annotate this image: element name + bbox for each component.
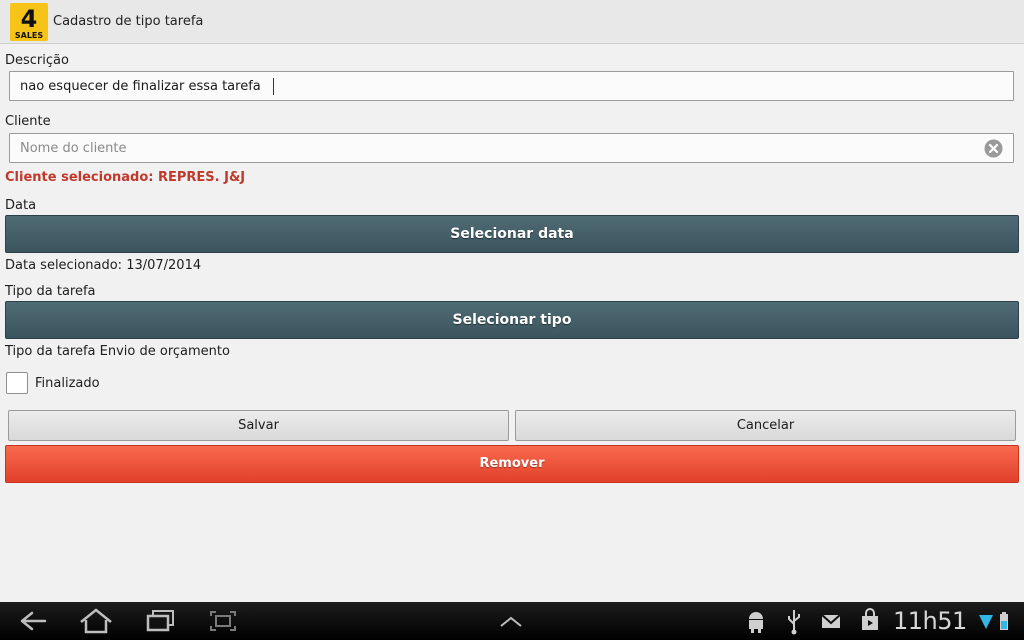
clock: 11h51 [893, 607, 967, 635]
page-title: Cadastro de tipo tarefa [53, 14, 204, 29]
clear-icon[interactable] [984, 139, 1003, 158]
select-date-button[interactable]: Selecionar data [5, 215, 1019, 253]
usb-icon [785, 602, 803, 640]
up-chevron-icon[interactable] [497, 602, 525, 640]
battery-icon [998, 602, 1010, 640]
app-logo: 4 SALES [10, 3, 48, 41]
cancel-button[interactable]: Cancelar [515, 410, 1016, 441]
date-selected-text: Data selecionado: 13/07/2014 [5, 258, 202, 273]
client-selected-text: Cliente selecionado: REPRES. J&J [5, 170, 246, 185]
descricao-label: Descrição [5, 53, 69, 68]
data-label: Data [5, 198, 37, 213]
app-screen: 4 SALES Cadastro de tipo tarefa Descriçã… [0, 0, 1024, 640]
remove-button[interactable]: Remover [5, 445, 1019, 483]
svg-text:SALES: SALES [15, 31, 44, 40]
finalizado-checkbox[interactable] [6, 372, 28, 394]
system-bar: 11h51 [0, 602, 1024, 640]
save-button[interactable]: Salvar [8, 410, 509, 441]
descricao-field[interactable]: nao esquecer de finalizar essa tarefa [9, 71, 1014, 101]
screenshot-icon[interactable] [208, 602, 238, 640]
wifi-icon [978, 602, 994, 640]
descricao-value: nao esquecer de finalizar essa tarefa [20, 79, 261, 94]
text-caret [273, 78, 274, 95]
cliente-placeholder: Nome do cliente [20, 141, 127, 156]
finalizado-label[interactable]: Finalizado [35, 376, 100, 391]
home-icon[interactable] [78, 602, 114, 640]
android-debug-icon [746, 602, 766, 640]
back-icon[interactable] [18, 602, 48, 640]
svg-text:4: 4 [21, 5, 38, 33]
action-bar: 4 SALES Cadastro de tipo tarefa [0, 0, 1024, 44]
select-type-button[interactable]: Selecionar tipo [5, 301, 1019, 339]
tipo-label: Tipo da tarefa [5, 284, 96, 299]
recent-apps-icon[interactable] [145, 602, 177, 640]
cliente-search-field[interactable]: Nome do cliente [9, 133, 1014, 163]
shop-bag-icon [860, 602, 880, 640]
gmail-icon [820, 602, 842, 640]
cliente-label: Cliente [5, 114, 51, 129]
type-selected-text: Tipo da tarefa Envio de orçamento [5, 344, 230, 359]
